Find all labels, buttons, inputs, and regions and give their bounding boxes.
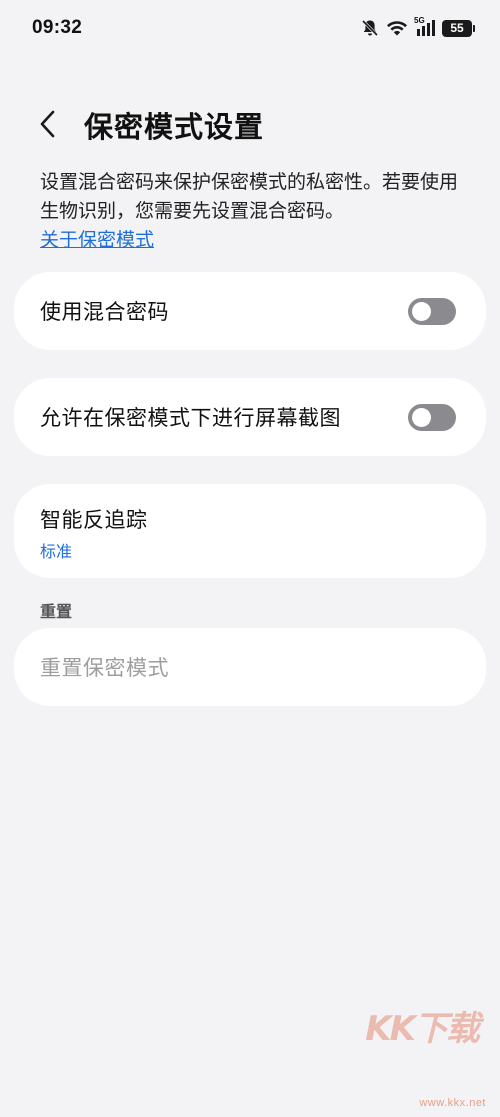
allow-screenshot-label: 允许在保密模式下进行屏幕截图 — [40, 406, 341, 430]
about-secure-mode-link[interactable]: 关于保密模式 — [40, 225, 154, 252]
use-hybrid-password-toggle[interactable] — [408, 297, 456, 325]
reset-secure-mode-card[interactable]: 重置保密模式 — [14, 628, 486, 706]
use-hybrid-password-label: 使用混合密码 — [40, 300, 169, 324]
allow-screenshot-toggle[interactable] — [408, 403, 456, 431]
description-text: 设置混合密码来保护保密模式的私密性。若要使用生物识别，您需要先设置混合密码。 — [40, 171, 459, 222]
page-header: 保密模式设置 — [0, 100, 500, 150]
toggle-knob — [412, 407, 431, 427]
use-hybrid-password-card[interactable]: 使用混合密码 — [14, 272, 486, 350]
smart-anti-tracking-label: 智能反追踪 — [40, 508, 148, 532]
allow-screenshot-card[interactable]: 允许在保密模式下进行屏幕截图 — [14, 378, 486, 456]
reset-section-header: 重置 — [40, 602, 73, 621]
reset-secure-mode-label: 重置保密模式 — [40, 656, 169, 680]
bell-off-icon — [360, 18, 380, 38]
smart-anti-tracking-card[interactable]: 智能反追踪 标准 — [14, 484, 486, 578]
back-button[interactable] — [30, 106, 66, 142]
watermark: KK下载 www.kkx.net — [356, 1001, 486, 1109]
page-title: 保密模式设置 — [84, 110, 265, 144]
status-time: 09:32 — [32, 17, 83, 38]
watermark-url: www.kkx.net — [419, 1097, 486, 1109]
watermark-logo: KK下载 — [365, 1009, 480, 1049]
chevron-left-icon — [40, 110, 55, 138]
toggle-knob — [412, 301, 431, 321]
status-bar: 09:32 5G 55 — [0, 0, 500, 58]
battery-icon: 55 — [442, 19, 475, 37]
status-icons: 5G 55 — [360, 16, 475, 38]
wifi-icon — [386, 19, 408, 37]
signal-icon: 5G — [414, 16, 436, 37]
smart-anti-tracking-value: 标准 — [40, 542, 73, 561]
